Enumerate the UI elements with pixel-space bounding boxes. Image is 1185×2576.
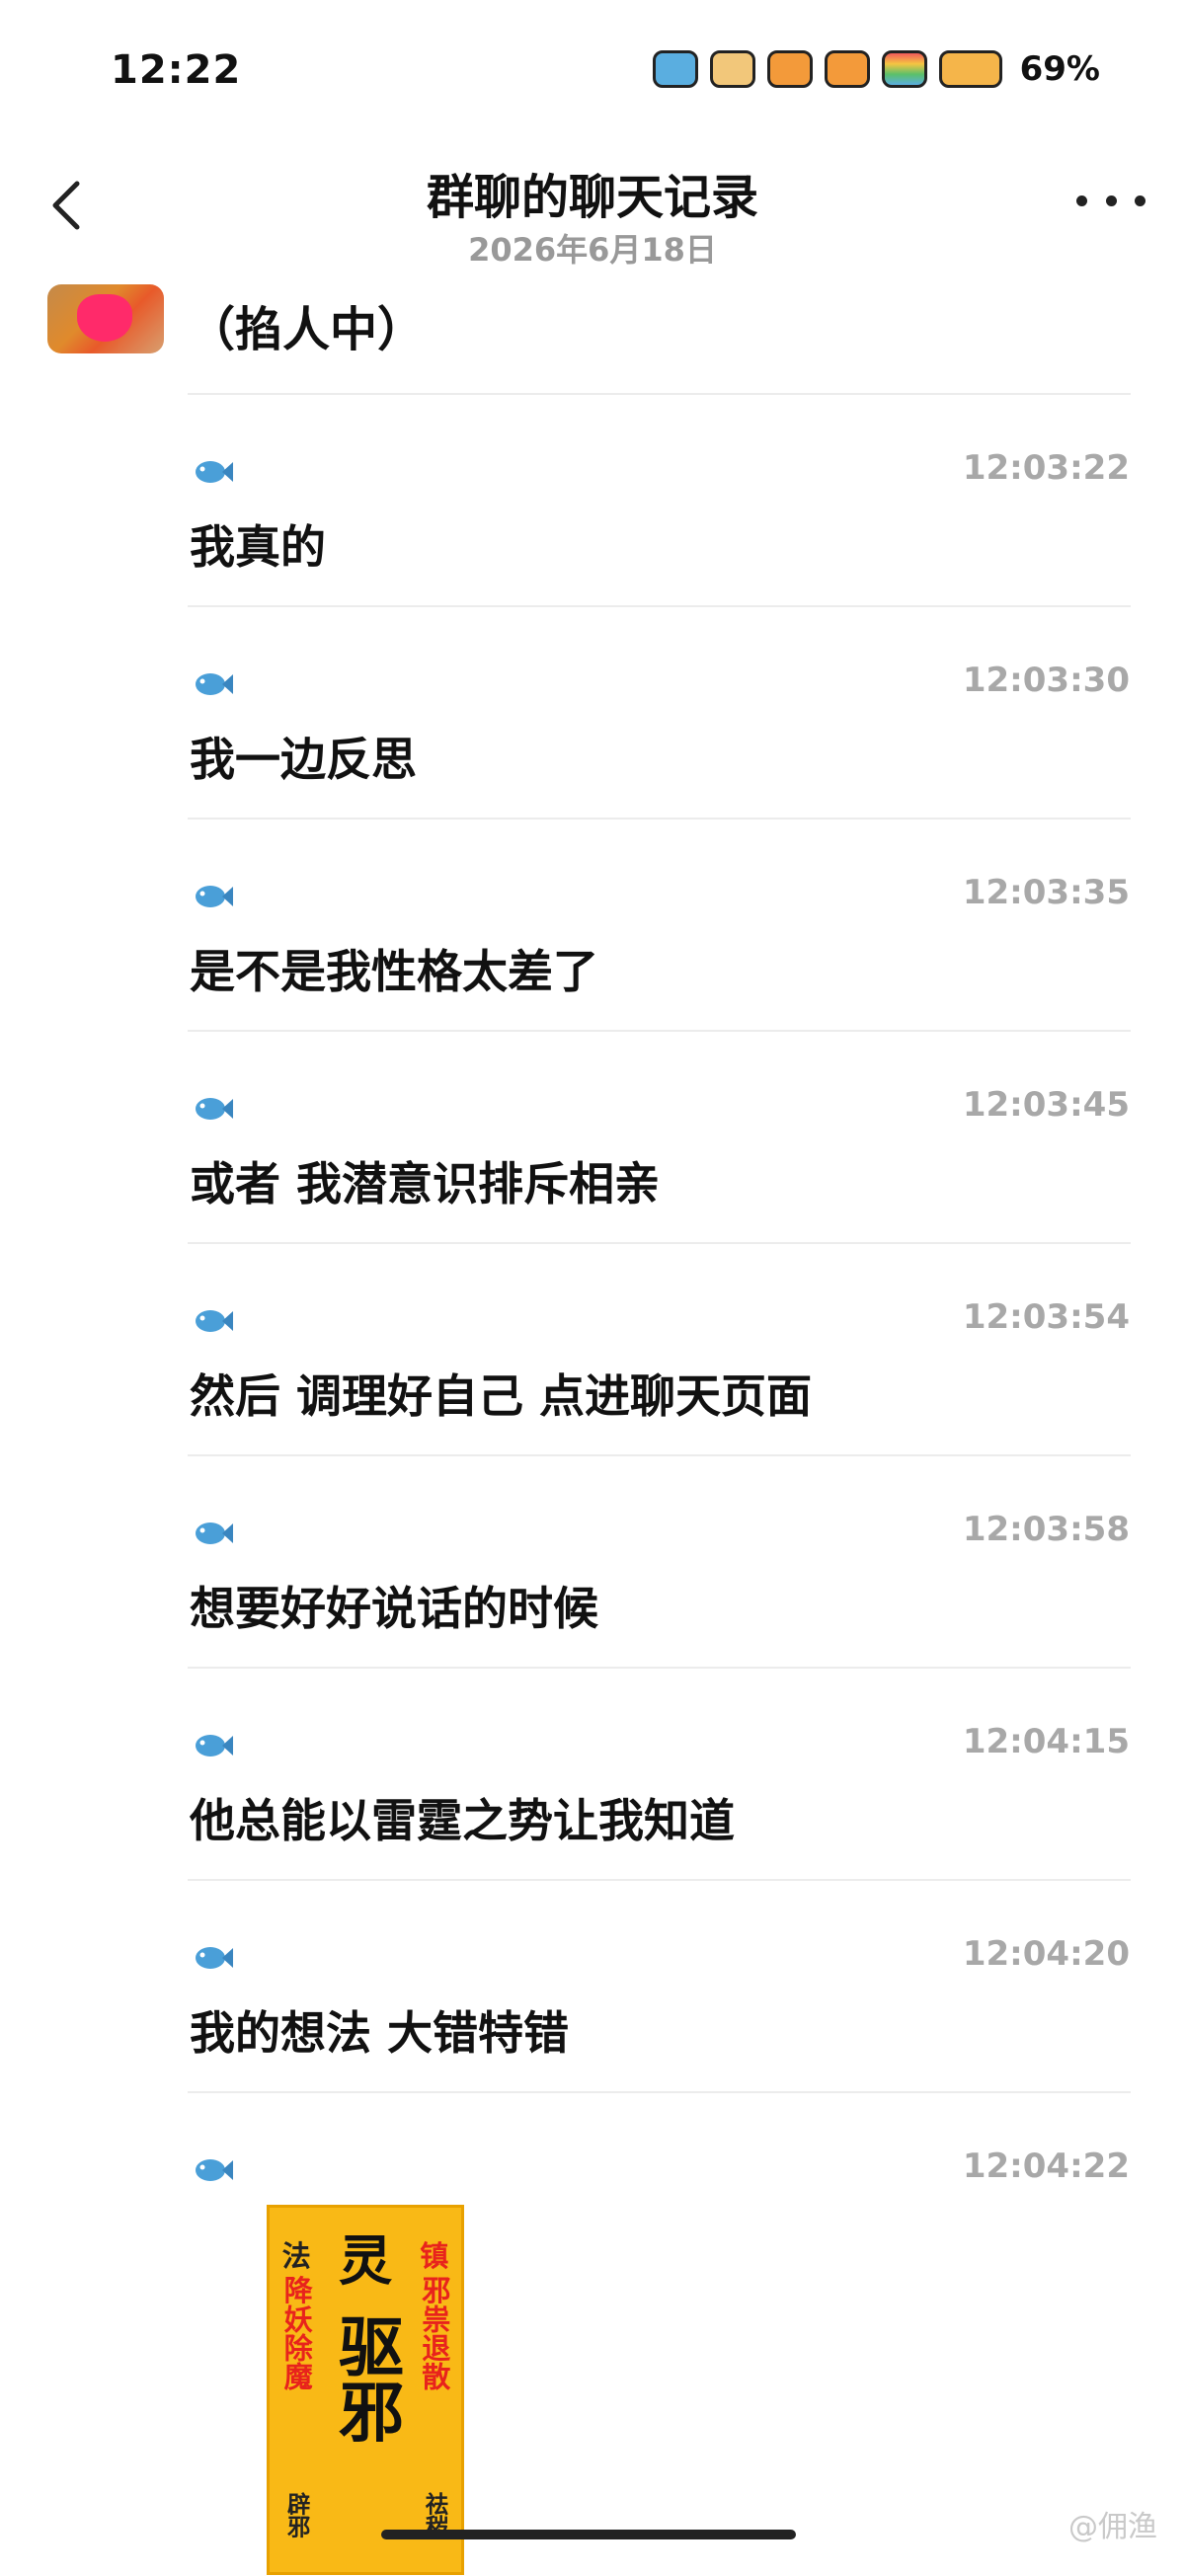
message-item: 12:03:22 我真的 [0, 393, 1185, 605]
status-time: 12:22 [111, 47, 242, 93]
message-time: 12:03:45 [962, 1085, 1130, 1125]
fish-icon [196, 461, 233, 483]
message-time: 12:03:58 [962, 1510, 1130, 1549]
talisman-text: 法 [282, 2239, 311, 2273]
page-title: 群聊的聊天记录 [426, 170, 758, 225]
talisman-side-text: 邪祟退散 [418, 2276, 451, 2391]
message-item: 12:03:54 然后 调理好自己 点进聊天页面 [0, 1242, 1185, 1454]
talisman-sticker[interactable]: 法 镇 灵 驱邪 降妖除魔 邪祟退散 辟邪 祛秽 [267, 2205, 464, 2575]
message-text: （掐人中） [188, 302, 426, 357]
dog-icon [709, 50, 755, 88]
svg-text:灵: 灵 [339, 2228, 393, 2292]
fish-icon [196, 1098, 233, 1120]
message-time: 12:03:30 [962, 661, 1130, 700]
message-item: 12:03:35 是不是我性格太差了 [0, 818, 1185, 1030]
cat-battery-icon [938, 50, 1002, 88]
carrot-icon [824, 50, 870, 88]
message-text: 或者 我潜意识排斥相亲 [190, 1157, 661, 1210]
message-time: 12:04:22 [962, 2147, 1130, 2186]
status-icons: 69% [652, 49, 1100, 89]
fish-icon [196, 2159, 233, 2181]
fish-icon [196, 1735, 233, 1756]
talisman-center-text: 驱邪 [327, 2312, 404, 2443]
fish-icon [196, 1947, 233, 1969]
message-time: 12:03:22 [962, 448, 1130, 488]
message-time: 12:03:35 [962, 873, 1130, 912]
message-time: 12:03:54 [962, 1297, 1130, 1337]
battery-level: 69% [1019, 49, 1100, 89]
message-item: 12:03:45 或者 我潜意识排斥相亲 [0, 1030, 1185, 1242]
message-item: 12:04:15 他总能以雷霆之势让我知道 [0, 1667, 1185, 1879]
chat-header: 群聊的聊天记录 2026年6月18日 [0, 148, 1185, 276]
carrot-icon [766, 50, 813, 88]
message-text: 他总能以雷霆之势让我知道 [190, 1794, 735, 1847]
message-text: 我的想法 大错特错 [190, 2006, 570, 2060]
message-text: 想要好好说话的时候 [190, 1582, 598, 1635]
message-item: 12:03:30 我一边反思 [0, 605, 1185, 818]
more-dots-icon [1076, 195, 1087, 206]
fish-icon [196, 1522, 233, 1544]
fish-icon [196, 886, 233, 907]
talisman-text: 镇 [420, 2239, 448, 2273]
status-bar: 12:22 69% [0, 0, 1185, 148]
talisman-side-text: 降妖除魔 [279, 2275, 313, 2390]
home-indicator[interactable] [381, 2530, 796, 2539]
message-item-sticker: 12:04:22 法 镇 灵 驱邪 降妖除魔 邪祟退散 辟邪 祛秽 [0, 2091, 1185, 2575]
message-text: 我真的 [190, 520, 326, 574]
fish-icon [196, 673, 233, 695]
rainbow-icon [881, 50, 927, 88]
message-text: 我一边反思 [190, 733, 417, 786]
talisman-corner-text: 辟邪 [283, 2491, 312, 2538]
message-text: 是不是我性格太差了 [190, 945, 598, 998]
page-date: 2026年6月18日 [468, 231, 717, 269]
message-time: 12:04:15 [962, 1722, 1130, 1761]
message-text: 然后 调理好自己 点进聊天页面 [190, 1369, 813, 1423]
avatar[interactable] [47, 284, 164, 353]
message-item: 12:03:58 想要好好说话的时候 [0, 1454, 1185, 1667]
watermark: @佣渔 [1068, 2510, 1157, 2544]
message-list: 12:03:22 我真的 12:03:30 我一边反思 12:03:35 是不是… [0, 393, 1185, 2091]
hippo-icon [652, 50, 698, 88]
message-item: 12:04:20 我的想法 大错特错 [0, 1879, 1185, 2091]
more-button[interactable] [1076, 186, 1146, 215]
fish-icon [196, 1310, 233, 1332]
message-time: 12:04:20 [962, 1934, 1130, 1974]
